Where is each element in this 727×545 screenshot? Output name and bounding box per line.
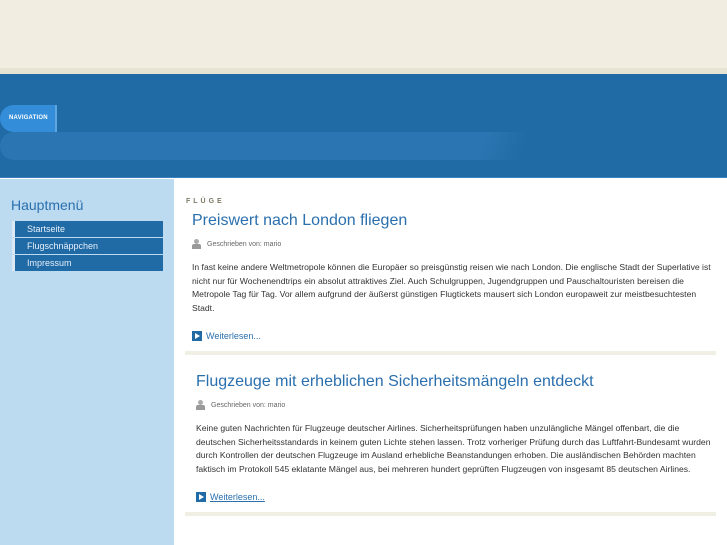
article-body: Keine guten Nachrichten für Flugzeuge de…: [196, 423, 711, 475]
article-title[interactable]: Flugzeuge mit erheblichen Sicherheitsmän…: [196, 373, 716, 391]
article-author: Geschrieben von: mario: [211, 401, 286, 409]
header: NAVIGATION: [0, 74, 727, 178]
article: Preiswert nach London fliegen Geschriebe…: [185, 212, 716, 355]
play-arrow-icon: [196, 491, 206, 502]
sidebar-title: Hauptmenü: [11, 197, 84, 213]
article-title[interactable]: Preiswert nach London fliegen: [192, 212, 716, 230]
read-more-label: Weiterlesen...: [210, 491, 265, 502]
category-label: FLÜGE: [186, 198, 225, 205]
read-more-label: Weiterlesen...: [206, 330, 261, 341]
read-more-link[interactable]: Weiterlesen...: [192, 330, 716, 341]
user-icon: [192, 239, 201, 249]
menu-item-startseite[interactable]: Startseite: [12, 221, 163, 237]
sidebar: Hauptmenü Startseite Flugschnäppchen Imp…: [0, 179, 174, 545]
main-menu: Startseite Flugschnäppchen Impressum: [12, 221, 163, 272]
article-author: Geschrieben von: mario: [207, 240, 282, 248]
navigation-tab[interactable]: NAVIGATION: [0, 105, 57, 132]
read-more-link[interactable]: Weiterlesen...: [196, 491, 716, 502]
user-icon: [196, 400, 205, 410]
menu-item-flugschnaeppchen[interactable]: Flugschnäppchen: [12, 238, 163, 254]
play-arrow-icon: [192, 330, 202, 341]
navigation-bar: [0, 132, 727, 160]
top-banner: [0, 0, 727, 68]
menu-item-impressum[interactable]: Impressum: [12, 255, 163, 271]
article-body: In fast keine andere Weltmetropole könne…: [192, 262, 711, 314]
article: Flugzeuge mit erheblichen Sicherheitsmän…: [185, 373, 716, 516]
